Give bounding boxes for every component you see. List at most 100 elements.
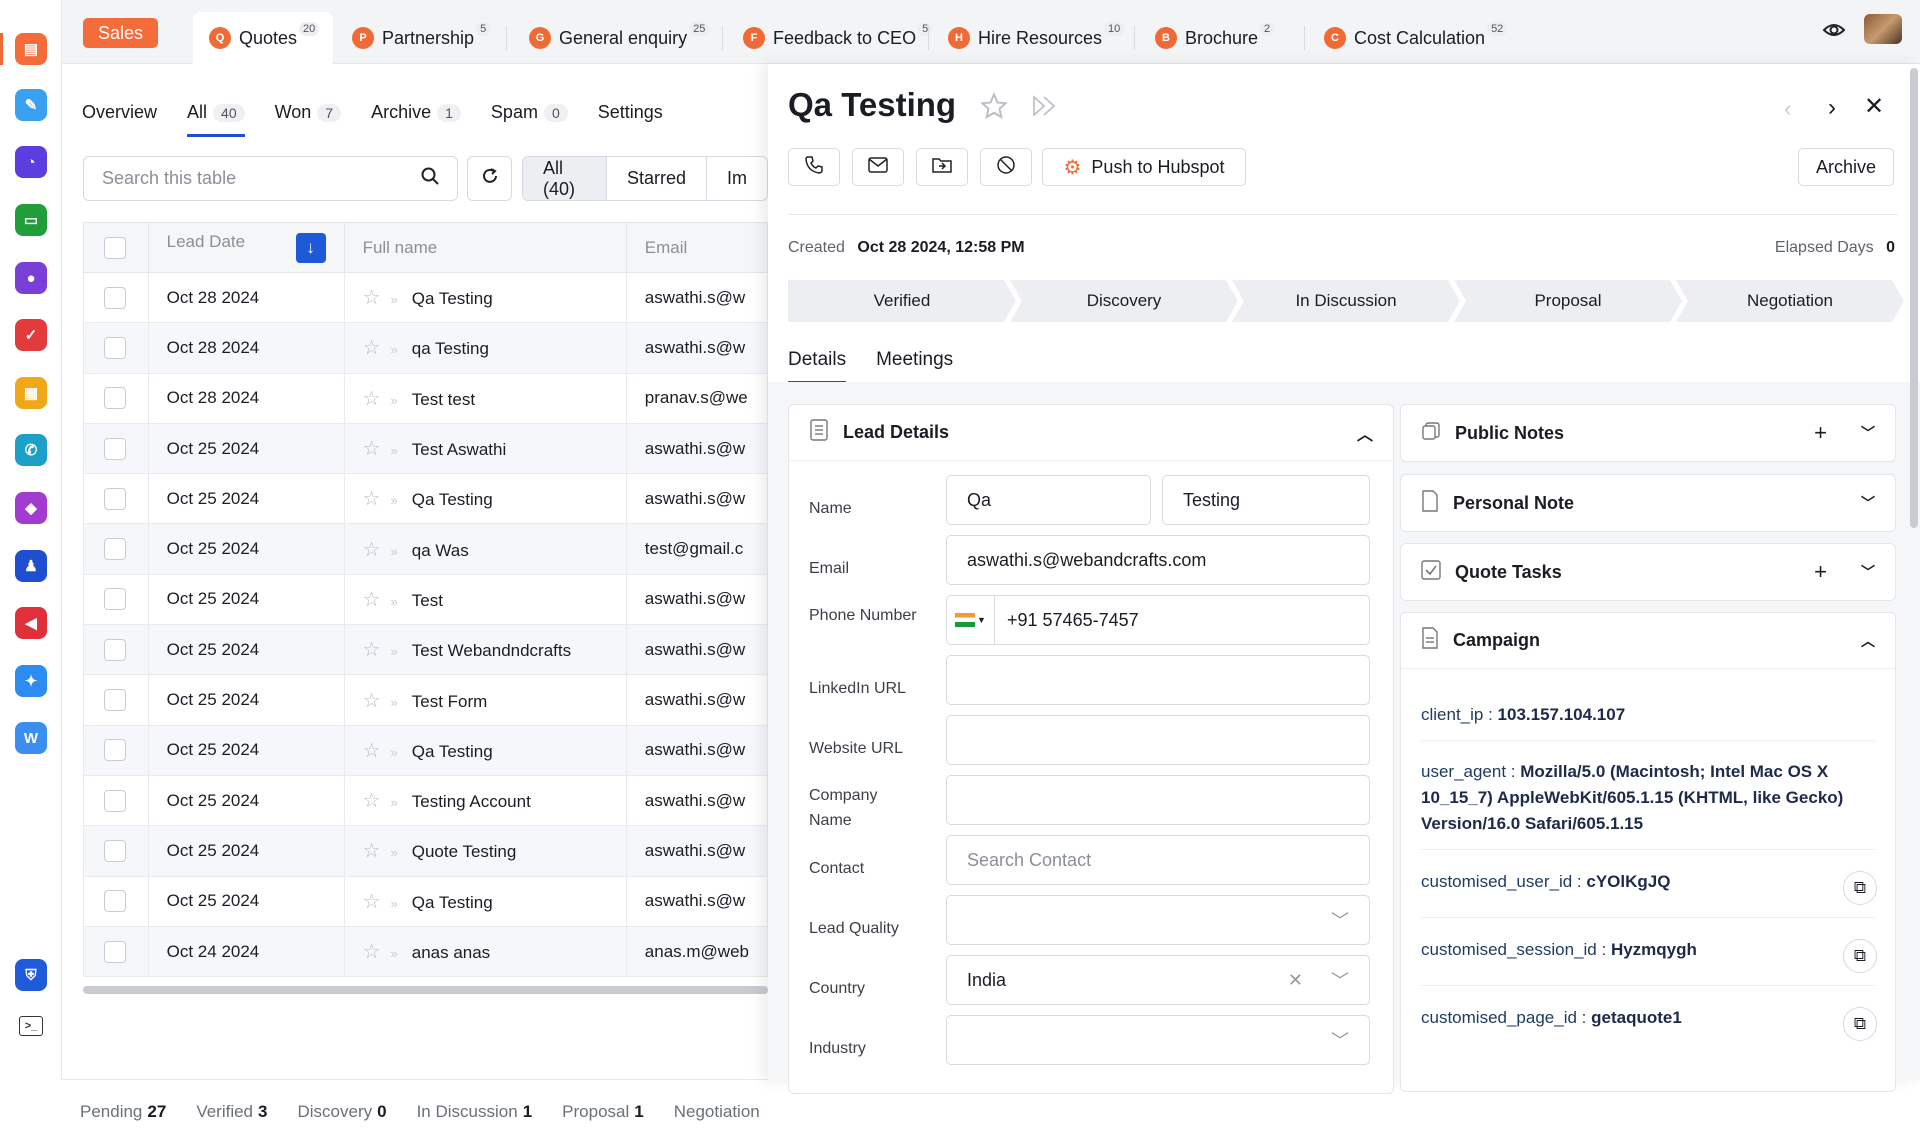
full-name-cell[interactable]: ☆ » Test Aswathi [343, 422, 627, 475]
tasks-app-icon[interactable]: ✓ [15, 319, 47, 351]
full-name-cell[interactable]: ☆ » anas anas [343, 925, 627, 978]
email-field[interactable]: aswathi.s@webandcrafts.com [946, 535, 1370, 585]
industry-select[interactable]: ﹀ [946, 1015, 1370, 1065]
double-chevron-icon[interactable]: » [391, 644, 398, 659]
copy-button[interactable]: ⧉ [1843, 871, 1877, 905]
tab-won[interactable]: Won 7 [275, 102, 342, 123]
sort-desc-icon[interactable]: ↓ [295, 233, 326, 263]
star-icon[interactable]: ☆ [363, 589, 381, 611]
eye-icon[interactable] [1822, 20, 1846, 45]
tab-quotes[interactable]: Q Quotes 20 [193, 12, 334, 64]
star-icon[interactable]: ☆ [363, 740, 381, 762]
table-row[interactable]: Oct 25 2024 ☆ » qa Was test@gmail.c [83, 523, 769, 575]
full-name-cell[interactable]: ☆ » Test test [343, 372, 627, 424]
double-chevron-icon[interactable]: » [391, 594, 398, 609]
double-chevron-icon[interactable] [1030, 94, 1060, 123]
double-chevron-icon[interactable]: » [391, 896, 398, 911]
star-icon[interactable]: ☆ [363, 690, 381, 712]
full-name-cell[interactable]: ☆ » Qa Testing [343, 724, 627, 776]
double-chevron-icon[interactable]: » [391, 544, 398, 559]
vertical-scrollbar[interactable] [1910, 68, 1918, 528]
table-row[interactable]: Oct 25 2024 ☆ » Test Webandndcrafts aswathi.… [83, 624, 769, 676]
status-proposal[interactable]: Proposal 1 [562, 1102, 644, 1122]
lead-details-header[interactable]: Lead Details ︿ [789, 405, 1393, 461]
add-icon[interactable]: + [1814, 420, 1827, 446]
stage-in-discussion[interactable]: In Discussion [1232, 280, 1460, 322]
tab-general-enquiry[interactable]: G General enquiry 25 [529, 12, 710, 64]
linkedin-url-input[interactable] [946, 655, 1370, 705]
mark-spam-button[interactable] [980, 148, 1032, 186]
tab-all[interactable]: All 40 [187, 102, 245, 137]
row-checkbox[interactable] [104, 487, 126, 510]
copy-button[interactable]: ⧉ [1843, 1007, 1877, 1041]
contact-search-input[interactable]: Search Contact [946, 835, 1370, 885]
row-checkbox[interactable] [104, 588, 126, 611]
filter-all[interactable]: All (40) [523, 157, 607, 200]
row-checkbox[interactable] [104, 286, 126, 309]
tab-overview[interactable]: Overview [82, 102, 157, 123]
double-chevron-icon[interactable]: » [391, 745, 398, 760]
tab-spam[interactable]: Spam 0 [491, 102, 568, 123]
star-icon[interactable]: ☆ [363, 790, 381, 812]
call-button[interactable] [788, 148, 840, 186]
row-checkbox[interactable] [104, 890, 126, 913]
double-chevron-icon[interactable]: » [391, 795, 398, 810]
tab-brochure[interactable]: B Brochure 2 [1155, 12, 1275, 64]
double-chevron-icon[interactable]: » [391, 946, 398, 961]
table-row[interactable]: Oct 25 2024 ☆ » Testing Account aswathi.s@w [83, 774, 769, 827]
search-input[interactable]: Search this table [83, 156, 458, 201]
star-icon[interactable]: ☆ [363, 891, 381, 913]
double-chevron-icon[interactable]: » [391, 342, 398, 357]
full-name-cell[interactable]: ☆ » Test Form [343, 674, 627, 726]
stage-negotiation[interactable]: Negotiation [1676, 280, 1904, 322]
full-name-cell[interactable]: ☆ » Qa Testing [343, 875, 627, 927]
chevron-down-icon[interactable]: ﹀ [1861, 423, 1875, 443]
row-checkbox[interactable] [104, 839, 126, 862]
status-negotiation[interactable]: Negotiation [674, 1102, 760, 1122]
last-name-input[interactable]: Testing [1162, 475, 1370, 525]
campaigns-app-icon[interactable]: ◀ [15, 607, 47, 639]
column-header-lead-date[interactable]: Lead Date ↓ [147, 222, 345, 273]
table-row[interactable]: Oct 25 2024 ☆ » Quote Testing aswathi.s@w [83, 825, 769, 877]
copy-button[interactable]: ⧉ [1843, 939, 1877, 973]
quote-tasks-header[interactable]: Quote Tasks + ﹀ [1401, 544, 1895, 600]
filter-imported[interactable]: Im [707, 157, 767, 200]
row-checkbox[interactable] [104, 739, 126, 762]
stage-verified[interactable]: Verified [788, 280, 1016, 322]
avatar[interactable] [1864, 14, 1902, 44]
filter-starred[interactable]: Starred [607, 157, 707, 200]
full-name-cell[interactable]: ☆ » qa Testing [343, 322, 627, 374]
table-row[interactable]: Oct 25 2024 ☆ » Qa Testing aswathi.s@w [83, 473, 769, 525]
table-row[interactable]: Oct 25 2024 ☆ » Test Aswathi aswathi.s@w [83, 422, 769, 475]
column-header-full-name[interactable]: Full name [343, 222, 627, 273]
full-name-cell[interactable]: ☆ » qa Was [343, 523, 627, 575]
status-in-discussion[interactable]: In Discussion 1 [417, 1102, 533, 1122]
chevron-up-icon[interactable]: ︿ [1357, 421, 1373, 445]
column-header-email[interactable]: Email [625, 222, 769, 273]
double-chevron-icon[interactable]: » [391, 695, 398, 710]
app-switcher-button[interactable]: Sales [83, 18, 159, 48]
personal-note-header[interactable]: Personal Note ﹀ [1401, 475, 1895, 531]
move-to-folder-button[interactable] [916, 148, 968, 186]
add-icon[interactable]: + [1814, 559, 1827, 585]
country-select[interactable]: India ✕ ﹀ [946, 955, 1370, 1005]
chevron-down-icon[interactable]: ﹀ [1861, 493, 1875, 513]
star-icon[interactable]: ☆ [363, 438, 381, 460]
country-code-selector[interactable]: ▼ [947, 596, 995, 644]
website-url-input[interactable] [946, 715, 1370, 765]
star-icon[interactable]: ☆ [363, 539, 381, 561]
row-checkbox[interactable] [104, 940, 126, 963]
campaign-header[interactable]: Campaign ︿ [1401, 613, 1895, 669]
tab-cost-calculation[interactable]: C Cost Calculation 52 [1324, 12, 1508, 64]
full-name-cell[interactable]: ☆ » Qa Testing [343, 271, 627, 324]
star-icon[interactable]: ☆ [363, 337, 381, 359]
star-icon[interactable]: ☆ [363, 840, 381, 862]
stage-proposal[interactable]: Proposal [1454, 280, 1682, 322]
public-notes-header[interactable]: Public Notes + ﹀ [1401, 405, 1895, 461]
team-app-icon[interactable]: ♟ [15, 550, 47, 582]
status-verified[interactable]: Verified 3 [196, 1102, 267, 1122]
table-row[interactable]: Oct 25 2024 ☆ » Test Form aswathi.s@w [83, 674, 769, 726]
contacts-app-icon[interactable]: ● [15, 262, 47, 294]
chevron-down-icon[interactable]: ﹀ [1861, 562, 1875, 582]
double-chevron-icon[interactable]: » [391, 493, 398, 508]
